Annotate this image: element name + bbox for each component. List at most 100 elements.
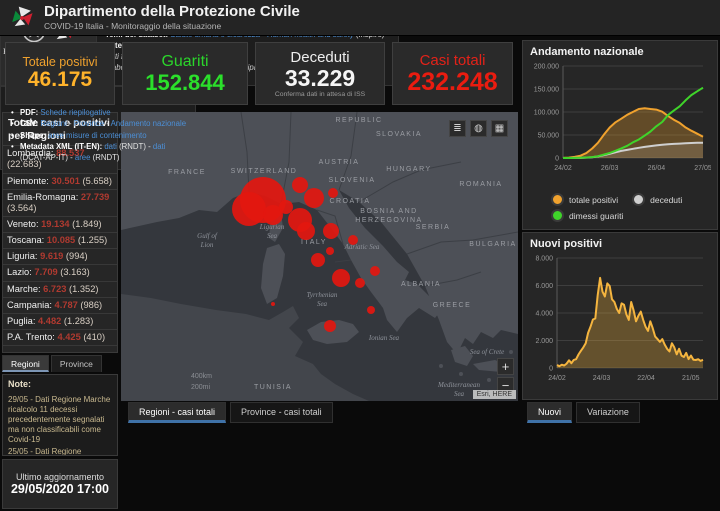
header-bar: Dipartimento della Protezione Civile COV…	[0, 0, 720, 36]
region-row-piemonte[interactable]: Piemonte: 30.501 (5.658)	[3, 174, 117, 190]
nuovi-positivi-chart[interactable]: 8.0006.0004.0002.000024/0224/0322/0421/0…	[523, 250, 711, 390]
region-row-emilia-romagna[interactable]: Emilia-Romagna: 27.739 (3.564)	[3, 190, 117, 217]
page-title: Dipartimento della Protezione Civile	[44, 4, 300, 21]
protezione-civile-logo-icon	[8, 5, 36, 31]
map-case-bubble[interactable]	[355, 278, 365, 288]
y-tick-label: 0	[549, 366, 553, 373]
x-tick-label: 26/03	[601, 165, 619, 172]
page-subtitle: COVID-19 Italia - Monitoraggio della sit…	[44, 21, 300, 31]
regions-province-tabs: Regioni Province	[2, 355, 118, 372]
legend-item-deceduti: deceduti	[632, 193, 682, 206]
map-country-label: BULGARIA	[469, 241, 516, 248]
chart-tabs: Nuovi Variazione	[527, 402, 640, 423]
map-case-bubble[interactable]	[292, 177, 308, 193]
x-tick-label: 24/02	[548, 375, 566, 382]
tab-nuovi[interactable]: Nuovi	[527, 402, 572, 423]
stat-note: Conferma dati in attesa di ISS	[256, 91, 384, 98]
region-row-marche[interactable]: Marche: 6.723 (1.352)	[3, 282, 117, 298]
stat-value: 33.229	[256, 66, 384, 90]
map-country-label: AUSTRIA	[319, 159, 360, 166]
tab-regioni-casi-totali[interactable]: Regioni - casi totali	[128, 402, 226, 423]
tab-province[interactable]: Province	[51, 355, 102, 372]
x-tick-label: 27/05	[694, 165, 711, 172]
map-sea-label: Sea	[454, 390, 465, 398]
map-case-bubble[interactable]	[324, 320, 336, 332]
region-row-lazio[interactable]: Lazio: 7.709 (3.163)	[3, 265, 117, 281]
map-country-label: TUNISIA	[254, 384, 292, 391]
map-country-label: SWITZERLAND	[231, 168, 298, 175]
map-sea-label: Gulf of	[197, 232, 218, 240]
legend-icon[interactable]: ≣	[449, 120, 466, 137]
link[interactable]: aree misure di contenimento	[48, 131, 146, 140]
map-country-label: ALBANIA	[401, 281, 441, 288]
stat-label: Guariti	[123, 53, 247, 71]
map-sea-label: Tyrrhenian	[307, 291, 338, 299]
download-list: PDF: Schede riepilogativeCSV: Regioni - …	[8, 107, 188, 163]
andamento-chart[interactable]: 200.000150.000100.00050.000024/0226/0326…	[523, 58, 711, 186]
map-sea-label: Sea of Crete	[470, 348, 504, 356]
map-case-bubble[interactable]	[323, 223, 339, 239]
map-sea-label: Sea	[317, 300, 328, 308]
map-country-label: FRANCE	[168, 169, 206, 176]
y-tick-label: 2.000	[535, 338, 553, 345]
map-case-bubble[interactable]	[328, 188, 338, 198]
region-row-veneto[interactable]: Veneto: 19.134 (1.849)	[3, 217, 117, 233]
map-country-label: ITALY	[301, 239, 327, 246]
map-case-bubble[interactable]	[370, 266, 380, 276]
tab-province-casi-totali[interactable]: Province - casi totali	[230, 402, 333, 423]
map-case-bubble[interactable]	[348, 235, 358, 245]
notes-panel[interactable]: Note: 29/05 - Dati Regione Marche ricalc…	[2, 374, 118, 456]
y-tick-label: 4.000	[535, 311, 553, 318]
link[interactable]: dati	[153, 142, 166, 151]
map-case-bubble[interactable]	[332, 269, 350, 287]
region-row-campania[interactable]: Campania: 4.787 (986)	[3, 298, 117, 314]
map-case-bubble[interactable]	[279, 200, 293, 214]
link[interactable]: Schede riepilogative	[40, 108, 110, 117]
map-case-bubble[interactable]	[297, 222, 315, 240]
link[interactable]: Province	[74, 119, 104, 128]
map-country-label: GREECE	[433, 302, 472, 309]
region-row-p-a-trento[interactable]: P.A. Trento: 4.425 (410)	[3, 330, 117, 346]
link[interactable]: aree	[75, 153, 91, 162]
map-case-bubble[interactable]	[271, 302, 275, 306]
stat-value: 46.175	[6, 69, 114, 91]
legend-dot-icon	[551, 209, 564, 222]
link[interactable]: dati	[104, 142, 117, 151]
map-country-label: REPUBLIC	[335, 117, 382, 124]
download-item: PDF: Schede riepilogative	[8, 107, 188, 118]
download-item: Metadata XML (IT-EN): dati (RNDT) - dati…	[8, 141, 188, 164]
nuovi-positivi-panel: Nuovi positivi 8.0006.0004.0002.000024/0…	[522, 232, 718, 400]
x-tick-label: 26/04	[648, 165, 666, 172]
region-row-toscana[interactable]: Toscana: 10.085 (1.255)	[3, 233, 117, 249]
y-tick-label: 50.000	[538, 133, 560, 140]
map-case-bubble[interactable]	[304, 188, 324, 208]
x-tick-label: 24/02	[554, 165, 572, 172]
globe-icon[interactable]: ◍	[470, 120, 487, 137]
tab-variazione[interactable]: Variazione	[576, 402, 640, 423]
stat-totale-positivi: Totale positivi 46.175	[5, 42, 115, 105]
link[interactable]: Regioni	[40, 119, 66, 128]
map-scale: 400km200mi	[191, 372, 212, 393]
map-sea-label: Sea	[267, 232, 278, 240]
legend-item-dimessi-guariti: dimessi guariti	[551, 209, 623, 222]
stat-label: Deceduti	[256, 49, 384, 66]
chart-legend: totale positividecedutidimessi guariti	[523, 191, 717, 222]
basemap-grid-icon[interactable]: ▦	[491, 120, 508, 137]
map-case-bubble[interactable]	[367, 306, 375, 314]
map-sea-label: Adriatic Sea	[344, 243, 380, 251]
region-row-puglia[interactable]: Puglia: 4.482 (1.283)	[3, 314, 117, 330]
map-country-label: ROMANIA	[459, 181, 502, 188]
chart-title: Nuovi positivi	[523, 233, 717, 250]
map-case-bubble[interactable]	[232, 192, 266, 226]
covid-dashboard: Dipartimento della Protezione Civile COV…	[0, 0, 720, 511]
tab-regioni[interactable]: Regioni	[2, 355, 49, 372]
map-sea-label: Ionian Sea	[368, 334, 400, 342]
zoom-in-button[interactable]: +	[497, 358, 514, 375]
map-case-bubble[interactable]	[326, 247, 334, 255]
notes-title: Note:	[8, 379, 112, 389]
region-row-liguria[interactable]: Liguria: 9.619 (994)	[3, 249, 117, 265]
link[interactable]: Andamento nazionale	[111, 119, 186, 128]
stat-casi-totali: Casi totali 232.248	[392, 42, 513, 105]
map-case-bubble[interactable]	[311, 253, 325, 267]
map-country-label: HERZEGOVINA	[355, 217, 422, 224]
